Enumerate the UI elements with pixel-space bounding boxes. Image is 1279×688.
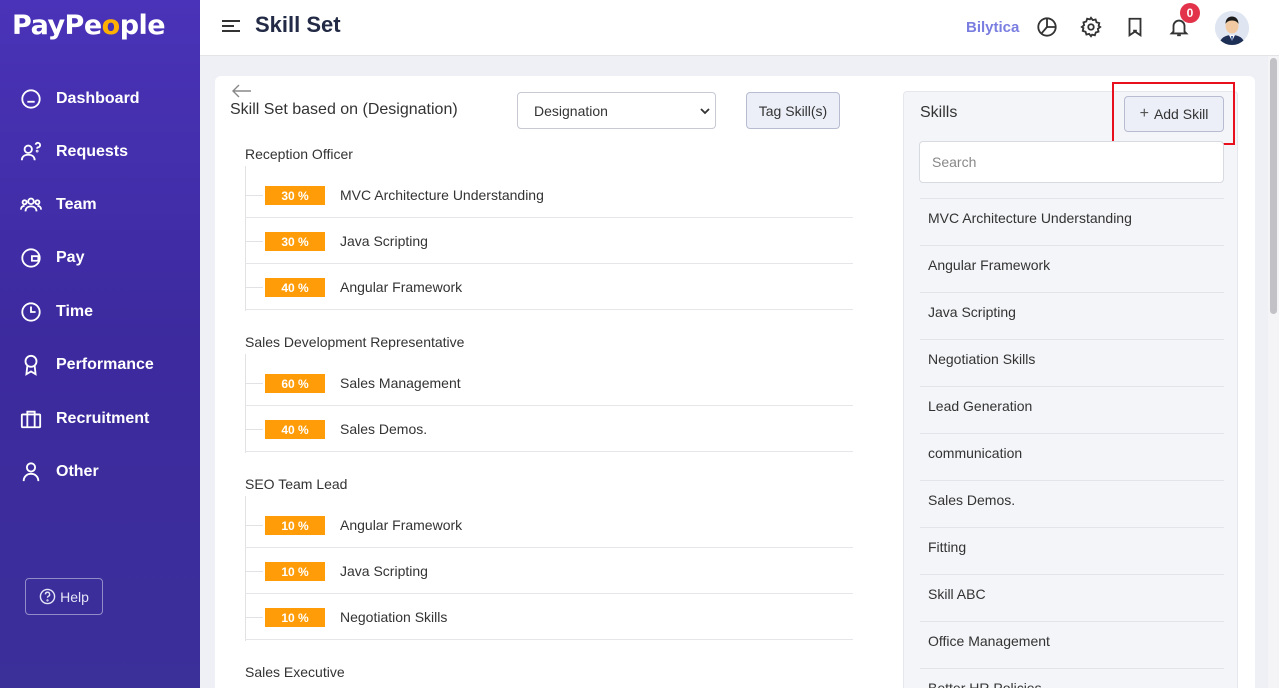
skill-list-item[interactable]: Angular Framework [920, 245, 1224, 292]
sidebar-item-other[interactable]: Other [20, 460, 99, 484]
tag-skills-button[interactable]: Tag Skill(s) [746, 92, 840, 129]
skill-list-item[interactable]: communication [920, 433, 1224, 480]
percentage-badge: 30 % [265, 186, 325, 205]
skill-row: 10 % Java Scripting [245, 548, 853, 594]
help-label: Help [60, 588, 89, 605]
skill-name: Java Scripting [340, 563, 428, 579]
group-title: SEO Team Lead [245, 476, 348, 492]
page-title: Skill Set [255, 12, 341, 37]
skills-panel-title: Skills [920, 104, 958, 121]
help-icon [39, 588, 56, 605]
briefcase-icon [20, 410, 42, 429]
skill-name: Angular Framework [340, 279, 463, 295]
select-value: Designation [534, 102, 608, 119]
wallet-icon [21, 248, 41, 268]
bookmark-icon[interactable] [1124, 16, 1146, 38]
skills-search-input[interactable] [919, 141, 1224, 183]
sidebar-item-label: Dashboard [56, 90, 140, 107]
percentage-badge: 60 % [265, 374, 325, 393]
sidebar-item-label: Performance [56, 356, 154, 373]
notification-badge: 0 [1180, 3, 1200, 23]
percentage-badge: 40 % [265, 278, 325, 297]
sidebar: PayPeople Dashboard Requests Team Pay Ti… [0, 0, 200, 688]
hamburger-menu-icon[interactable] [222, 18, 240, 34]
sidebar-item-label: Pay [56, 249, 85, 266]
percentage-badge: 10 % [265, 608, 325, 627]
skill-list-item[interactable]: Sales Demos. [920, 480, 1224, 527]
skill-row: 10 % Negotiation Skills [245, 594, 853, 640]
skill-row: 10 % Angular Framework [245, 502, 853, 548]
group-title: Sales Executive [245, 664, 345, 680]
gear-icon[interactable] [1080, 16, 1102, 38]
team-icon [20, 197, 42, 212]
skill-row: 60 % Sales Management [245, 360, 853, 406]
sidebar-item-label: Other [56, 463, 99, 480]
award-icon [24, 354, 38, 376]
sidebar-item-label: Time [56, 303, 94, 320]
avatar-image [1215, 11, 1249, 45]
paypeople-logo[interactable]: PayPeople [12, 10, 166, 41]
sidebar-item-team[interactable]: Team [20, 193, 97, 217]
sidebar-item-recruitment[interactable]: Recruitment [20, 407, 149, 431]
company-name[interactable]: Bilytica [966, 19, 1019, 36]
group-title: Reception Officer [245, 146, 353, 162]
skill-list-item[interactable]: MVC Architecture Understanding [920, 198, 1224, 245]
top-header: Skill Set Bilytica 0 [200, 0, 1279, 56]
skill-row: 30 % Java Scripting [245, 218, 853, 264]
sidebar-item-label: Recruitment [56, 410, 150, 427]
skill-list-item[interactable]: Negotiation Skills [920, 339, 1224, 386]
sidebar-item-label: Team [56, 196, 97, 213]
user-question-icon [20, 141, 42, 161]
skill-list-item[interactable]: Better HR Policies [920, 668, 1224, 688]
percentage-badge: 10 % [265, 562, 325, 581]
sidebar-item-dashboard[interactable]: Dashboard [20, 87, 140, 111]
skill-name: Sales Management [340, 375, 461, 391]
sidebar-item-performance[interactable]: Performance [20, 353, 154, 377]
percentage-badge: 10 % [265, 516, 325, 535]
section-title: Skill Set based on (Designation) [230, 101, 458, 118]
sidebar-item-label: Requests [56, 143, 129, 160]
sidebar-item-time[interactable]: Time [20, 300, 93, 324]
group-title: Sales Development Representative [245, 334, 465, 350]
sidebar-item-requests[interactable]: Requests [20, 140, 128, 164]
highlight-box [1112, 82, 1235, 145]
skill-name: Angular Framework [340, 517, 463, 533]
skill-name: Java Scripting [340, 233, 428, 249]
clock-icon [21, 302, 41, 322]
help-button[interactable]: Help [25, 578, 103, 615]
designation-select[interactable]: Designation [517, 92, 716, 129]
skill-list-item[interactable]: Fitting [920, 527, 1224, 574]
skill-name: Sales Demos. [340, 421, 428, 437]
scrollbar-thumb[interactable] [1270, 58, 1277, 314]
pie-chart-icon[interactable] [1036, 16, 1058, 38]
chevron-down-icon [700, 108, 710, 115]
skill-name: MVC Architecture Understanding [340, 187, 544, 203]
percentage-badge: 30 % [265, 232, 325, 251]
skill-list-item[interactable]: Java Scripting [920, 292, 1224, 339]
skill-list-item[interactable]: Skill ABC [920, 574, 1224, 621]
percentage-badge: 40 % [265, 420, 325, 439]
skill-row: 30 % MVC Architecture Understanding [245, 172, 853, 218]
person-icon [22, 462, 40, 482]
home-icon [21, 89, 41, 109]
sidebar-item-pay[interactable]: Pay [20, 246, 84, 270]
skill-row: 40 % Angular Framework [245, 264, 853, 310]
skill-name: Negotiation Skills [340, 609, 448, 625]
user-avatar[interactable] [1215, 11, 1249, 45]
page-scrollbar[interactable] [1268, 56, 1279, 688]
skill-list-item[interactable]: Office Management [920, 621, 1224, 668]
skill-list-item[interactable]: Lead Generation [920, 386, 1224, 433]
back-arrow-icon[interactable] [232, 84, 252, 98]
skill-row: 40 % Sales Demos. [245, 406, 853, 452]
